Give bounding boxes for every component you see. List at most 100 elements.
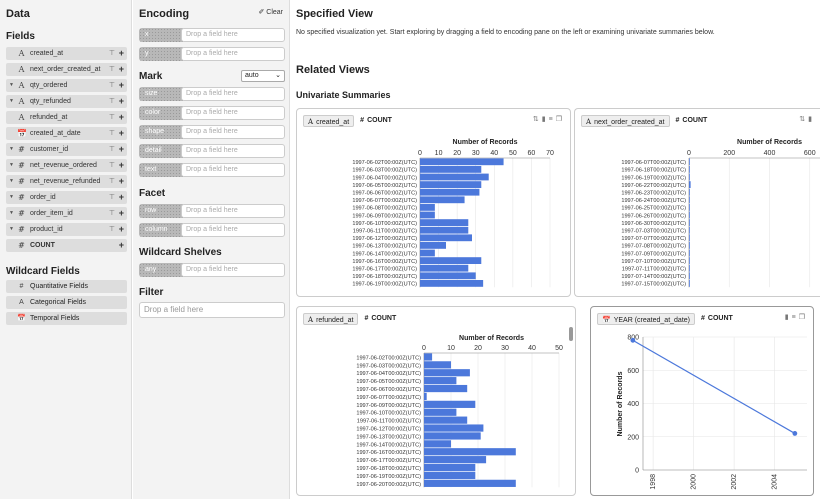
shelf-text[interactable]: text Drop a field here (139, 163, 285, 177)
add-icon[interactable]: + (119, 143, 124, 155)
x-tick-label: 400 (764, 150, 776, 157)
filter-drop-zone[interactable]: Drop a field here (139, 302, 285, 318)
filter-icon[interactable]: ⊤ (109, 79, 115, 92)
bar (689, 242, 690, 249)
add-icon[interactable]: + (119, 223, 124, 235)
filter-icon[interactable]: ⊤ (109, 159, 115, 172)
bar (424, 463, 476, 472)
category-label: 1997-07-03T00:00Z(UTC) (621, 229, 686, 235)
shelf-x[interactable]: x Drop a field here (139, 28, 285, 42)
filter-icon[interactable]: ⊤ (109, 191, 115, 204)
wildcard-name: Temporal Fields (30, 315, 80, 322)
caret-down-icon[interactable]: ▼ (9, 207, 14, 220)
shelf-drop-zone[interactable]: Drop a field here (181, 204, 285, 218)
field-pill-qty-refunded[interactable]: ▼ Aqty_refunded ⊤ + (6, 95, 127, 108)
shelf-drop-zone[interactable]: Drop a field here (181, 163, 285, 177)
mark-type-select[interactable]: auto ⌄ (241, 70, 285, 82)
clear-button[interactable]: ✐ Clear (258, 8, 283, 16)
field-pill-product-id[interactable]: ▼ # product_id ⊤ + (6, 223, 127, 236)
field-pill-created-at-date[interactable]: 📅 created_at_date ⊤ + (6, 127, 127, 140)
field-pill-count[interactable]: # COUNT + (6, 239, 127, 252)
chart-title: Number of Records (737, 139, 802, 146)
field-name: created_at_date (30, 130, 81, 137)
shelf-any[interactable]: any Drop a field here (139, 263, 285, 277)
shelf-column[interactable]: column Drop a field here (139, 223, 285, 237)
category-label: 1997-06-09T00:00Z(UTC) (356, 403, 421, 409)
field-pill-created-at[interactable]: Acreated_at ⊤ + (6, 47, 127, 60)
shelf-drop-zone[interactable]: Drop a field here (181, 106, 285, 120)
filter-icon[interactable]: ⊤ (109, 111, 115, 124)
field-pill-refunded-at[interactable]: Arefunded_at ⊤ + (6, 111, 127, 124)
caret-down-icon[interactable]: ▼ (9, 95, 14, 108)
wildcard-pill-quantitative-fields[interactable]: # Quantitative Fields (6, 280, 127, 293)
shelf-shape[interactable]: shape Drop a field here (139, 125, 285, 139)
caret-down-icon[interactable]: ▼ (9, 143, 14, 156)
add-icon[interactable]: + (119, 111, 124, 123)
field-name: order_item_id (30, 210, 73, 217)
summary-card-next-order-created-at[interactable]: Anext_order_created_at # COUNT ⇅▮ Number o… (574, 108, 820, 297)
shelf-color[interactable]: color Drop a field here (139, 106, 285, 120)
x-tick-label: 20 (453, 150, 461, 157)
shelf-y[interactable]: y Drop a field here (139, 47, 285, 61)
field-name: net_revenue_ordered (30, 162, 97, 169)
field-pill-customer-id[interactable]: ▼ # customer_id ⊤ + (6, 143, 127, 156)
caret-down-icon[interactable]: ▼ (9, 79, 14, 92)
filter-icon[interactable]: ⊤ (109, 175, 115, 188)
shelf-drop-zone[interactable]: Drop a field here (181, 125, 285, 139)
category-label: 1997-06-06T00:00Z(UTC) (356, 387, 421, 393)
filter-icon[interactable]: ⊤ (109, 95, 115, 108)
caret-down-icon[interactable]: ▼ (9, 175, 14, 188)
field-pill-net-revenue-refunded[interactable]: ▼ # net_revenue_refunded ⊤ + (6, 175, 127, 188)
shelf-drop-zone[interactable]: Drop a field here (181, 47, 285, 61)
bar (420, 242, 446, 249)
add-icon[interactable]: + (119, 127, 124, 139)
summary-card-refunded-at[interactable]: Arefunded_at # COUNT Number of Records 0 10 2… (296, 306, 576, 496)
add-icon[interactable]: + (119, 63, 124, 75)
shelf-label: x (139, 28, 183, 42)
field-pill-order-item-id[interactable]: ▼ # order_item_id ⊤ + (6, 207, 127, 220)
shelf-drop-zone[interactable]: Drop a field here (181, 263, 285, 277)
encoding-pane: Encoding ✐ Clear x Drop a field here y Drop… (133, 0, 290, 499)
add-icon[interactable]: + (119, 239, 124, 251)
add-icon[interactable]: + (119, 159, 124, 171)
shelf-drop-zone[interactable]: Drop a field here (181, 223, 285, 237)
shelf-detail[interactable]: detail Drop a field here (139, 144, 285, 158)
shelf-drop-zone[interactable]: Drop a field here (181, 87, 285, 101)
caret-down-icon[interactable]: ▼ (9, 159, 14, 172)
add-icon[interactable]: + (119, 79, 124, 91)
field-pill-next-order-created-at[interactable]: Anext_order_created_at ⊤ + (6, 63, 127, 76)
add-icon[interactable]: + (119, 191, 124, 203)
field-name: COUNT (30, 242, 55, 249)
add-icon[interactable]: + (119, 47, 124, 59)
bar (689, 158, 690, 166)
add-icon[interactable]: + (119, 95, 124, 107)
field-pill-order-id[interactable]: ▼ # order_id ⊤ + (6, 191, 127, 204)
shelf-drop-zone[interactable]: Drop a field here (181, 144, 285, 158)
filter-icon[interactable]: ⊤ (109, 127, 115, 140)
shelf-size[interactable]: size Drop a field here (139, 87, 285, 101)
bar (689, 204, 690, 211)
filter-icon[interactable]: ⊤ (109, 223, 115, 236)
field-pill-qty-ordered[interactable]: ▼ Aqty_ordered ⊤ + (6, 79, 127, 92)
add-icon[interactable]: + (119, 175, 124, 187)
category-label: 1997-06-05T00:00Z(UTC) (352, 183, 417, 189)
main-panel: Specified View No specified visualizatio… (291, 0, 820, 499)
filter-icon[interactable]: ⊤ (109, 143, 115, 156)
wildcard-pill-temporal-fields[interactable]: 📅 Temporal Fields (6, 312, 127, 325)
wildcard-pill-categorical-fields[interactable]: A Categorical Fields (6, 296, 127, 309)
filter-icon[interactable]: ⊤ (109, 63, 115, 76)
summary-card-year-created-at-date[interactable]: 📅 YEAR (created_at_date) # COUNT ▮≡❐ 0 200 40… (590, 306, 814, 496)
filter-icon[interactable]: ⊤ (109, 47, 115, 60)
bar (689, 188, 690, 196)
caret-down-icon[interactable]: ▼ (9, 191, 14, 204)
shelf-label: any (139, 263, 183, 277)
filter-icon[interactable]: ⊤ (109, 207, 115, 220)
category-label: 1997-06-16T00:00Z(UTC) (356, 450, 421, 456)
caret-down-icon[interactable]: ▼ (9, 223, 14, 236)
field-pill-net-revenue-ordered[interactable]: ▼ # net_revenue_ordered ⊤ + (6, 159, 127, 172)
category-label: 1997-06-12T00:00Z(UTC) (352, 236, 417, 242)
summary-card-created-at[interactable]: Acreated_at # COUNT ⇅▮≡❐ Number of Records… (296, 108, 571, 297)
shelf-row[interactable]: row Drop a field here (139, 204, 285, 218)
add-icon[interactable]: + (119, 207, 124, 219)
shelf-drop-zone[interactable]: Drop a field here (181, 28, 285, 42)
